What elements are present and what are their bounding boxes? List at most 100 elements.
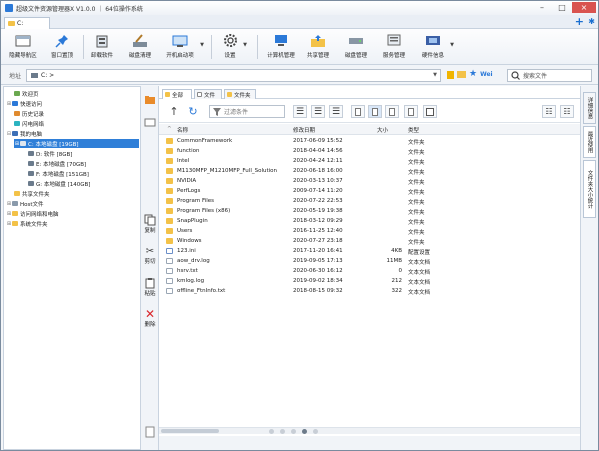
close-button[interactable]: × <box>572 2 596 13</box>
uninstall-button[interactable]: 卸载软件 <box>88 32 116 64</box>
tab-folder-size[interactable]: 文件夹大小统计 <box>583 160 596 218</box>
delete-x-icon: ✕ <box>144 307 156 321</box>
tree-item-drive-e[interactable]: E: 本地磁盘 [70GB] <box>22 159 86 168</box>
file-row[interactable]: offline_FtnInfo.txt 2018-08-15 09:32 322 文本… <box>159 286 580 296</box>
disk-cleanup-button[interactable]: 磁盘清理 <box>126 32 154 64</box>
view-icons-button[interactable] <box>385 105 399 118</box>
col-type[interactable]: 类型 <box>408 126 419 134</box>
tree-item-shared-folders[interactable]: 共享文件夹 <box>8 189 50 198</box>
service-management-button[interactable]: 服务管理 <box>379 32 409 64</box>
layout-grid-button[interactable]: ☷ <box>560 105 574 118</box>
hide-nav-button[interactable]: 隐藏导航区 <box>5 32 41 64</box>
paste-button[interactable]: 粘贴 <box>142 277 158 297</box>
folder-row[interactable]: Program Files (x86) 2020-05-19 19:38 文件夹 <box>159 206 580 216</box>
folder-row[interactable]: SnapPlugin 2018-03-12 09:29 文件夹 <box>159 216 580 226</box>
tree-item-lightning-network[interactable]: 闪电网络 <box>8 119 44 128</box>
tree-item-network[interactable]: ⊞ 访问网络和电脑 <box>6 209 59 218</box>
tree-item-system-folders[interactable]: ⊞ 系统文件夹 <box>6 219 48 228</box>
pin-window-button[interactable]: 窗口置顶 <box>47 32 77 64</box>
folder-row[interactable]: M1130MFP_M1210MFP_Full_Solution 2020-06-1… <box>159 166 580 176</box>
view-details-button[interactable] <box>368 105 382 118</box>
view-preview-button[interactable] <box>404 105 418 118</box>
bookmark-icon[interactable] <box>447 70 454 79</box>
disk-management-button[interactable]: 磁盘管理 <box>341 32 371 64</box>
toolbar-label: 服务管理 <box>382 53 405 59</box>
folder-row[interactable]: NVIDIA 2020-03-13 10:37 文件夹 <box>159 176 580 186</box>
tree-item-my-computer[interactable]: ⊟ 我的电脑 <box>6 129 42 138</box>
layout-detail-button[interactable]: ☷ <box>542 105 556 118</box>
folder-row[interactable]: function 2018-04-04 14:56 文件夹 <box>159 146 580 156</box>
address-input[interactable]: C: > ▼ <box>26 69 441 82</box>
tree-item-history[interactable]: 历史记录 <box>8 109 44 118</box>
file-row[interactable]: kmlog.log 2019-09-02 18:34 212 文本文档 <box>159 276 580 286</box>
folder-row[interactable]: Program Files 2020-07-22 22:53 文件夹 <box>159 196 580 206</box>
toolbar-label: 设置 <box>224 53 236 59</box>
tab-drive-c[interactable]: C: <box>4 17 50 29</box>
preview-icon <box>144 118 156 127</box>
maximize-button[interactable]: □ <box>552 2 572 13</box>
file-row[interactable]: 123.ini 2017-11-20 16:41 4KB 配置设置 <box>159 246 580 256</box>
search-icon <box>511 71 520 80</box>
filter-input[interactable]: 过滤条件 <box>209 105 285 118</box>
chevron-down-icon[interactable]: ▼ <box>450 42 454 48</box>
minimize-button[interactable]: – <box>532 2 552 13</box>
tab-folders[interactable]: 文件夹 <box>224 89 256 99</box>
col-name[interactable]: 名称 <box>177 126 188 134</box>
new-folder-button[interactable] <box>142 94 158 105</box>
cut-button[interactable]: ✂ 剪切 <box>142 246 158 265</box>
tab-settings-gear-icon[interactable]: ✱ <box>588 17 595 26</box>
tab-files[interactable]: 文件 <box>194 89 222 99</box>
page-dot-active[interactable] <box>302 429 307 434</box>
tree-item-drive-c[interactable]: ⊞ C: 本地磁盘 [19GB] <box>14 139 139 148</box>
chevron-down-icon[interactable]: ▼ <box>243 42 247 48</box>
align-center-button[interactable]: ☰ <box>311 105 325 118</box>
chevron-down-icon[interactable]: ▼ <box>200 42 204 48</box>
page-dot[interactable] <box>313 429 318 434</box>
file-row[interactable]: hsrv.txt 2020-06-30 16:12 0 文本文档 <box>159 266 580 276</box>
tree-item-host-file[interactable]: ⊞ Host文件 <box>6 199 44 208</box>
tree-item-quick-access[interactable]: ⊞ 快速访问 <box>6 99 42 108</box>
tab-label: 文件夹大小统计 <box>586 169 593 209</box>
tree-item-drive-g[interactable]: G: 本地磁盘 [140GB] <box>22 179 90 188</box>
tree-item-drive-d[interactable]: D: 软件 [8GB] <box>22 149 72 158</box>
folder-row[interactable]: Intel 2020-04-24 12:11 文件夹 <box>159 156 580 166</box>
computer-management-button[interactable]: 计算机管理 <box>264 32 298 64</box>
folder-row[interactable]: Users 2016-11-25 12:40 文件夹 <box>159 226 580 236</box>
copy-button[interactable]: 复制 <box>142 214 158 234</box>
settings-button[interactable]: 设置 ▼ <box>219 32 247 64</box>
tree-item-drive-f[interactable]: F: 本地磁盘 [151GB] <box>22 169 89 178</box>
folder-row[interactable]: PerfLogs 2009-07-14 11:20 文件夹 <box>159 186 580 196</box>
share-management-button[interactable]: 共享管理 <box>303 32 333 64</box>
col-modified[interactable]: 修改日期 <box>293 126 315 134</box>
folder-row[interactable]: Windows 2020-07-27 23:18 文件夹 <box>159 236 580 246</box>
align-right-button[interactable]: ☰ <box>329 105 343 118</box>
file-row[interactable]: aow_drv.log 2019-09-05 17:13 11MB 文本文档 <box>159 256 580 266</box>
tab-all[interactable]: 全部 <box>162 89 192 99</box>
tree-item-welcome[interactable]: 欢迎页 <box>8 89 39 98</box>
hardware-info-button[interactable]: 硬件信息 ▼ <box>418 32 454 64</box>
align-left-button[interactable]: ☰ <box>293 105 307 118</box>
preview-button[interactable] <box>142 118 158 127</box>
startup-items-button[interactable]: 开机启动项 ▼ <box>162 32 204 64</box>
search-input[interactable]: 搜索文件 <box>507 69 592 82</box>
star-icon[interactable]: ★ <box>469 70 477 79</box>
folder-row[interactable]: CommonFramework 2017-06-09 15:52 文件夹 <box>159 136 580 146</box>
page-dot[interactable] <box>269 429 274 434</box>
page-dot[interactable] <box>291 429 296 434</box>
weibo-icon[interactable]: Wei <box>480 71 493 78</box>
page-dot[interactable] <box>280 429 285 434</box>
horizontal-scrollbar[interactable] <box>159 427 580 434</box>
up-arrow-button[interactable]: ↑ <box>167 105 181 118</box>
new-tab-plus-icon[interactable]: + <box>575 16 584 27</box>
chevron-down-icon[interactable]: ▼ <box>433 72 437 78</box>
notes-button[interactable] <box>142 426 158 438</box>
view-list-button[interactable] <box>351 105 365 118</box>
col-size[interactable]: 大小 <box>377 126 388 134</box>
tab-details[interactable]: 详细信息 <box>583 92 596 124</box>
folder-icon[interactable] <box>457 71 466 78</box>
scrollbar-thumb[interactable] <box>161 429 219 433</box>
refresh-button[interactable]: ↻ <box>186 105 200 118</box>
delete-button[interactable]: ✕ 删除 <box>142 308 158 328</box>
tab-recent[interactable]: 最近使用 <box>583 126 596 158</box>
open-new-window-button[interactable] <box>423 105 437 118</box>
